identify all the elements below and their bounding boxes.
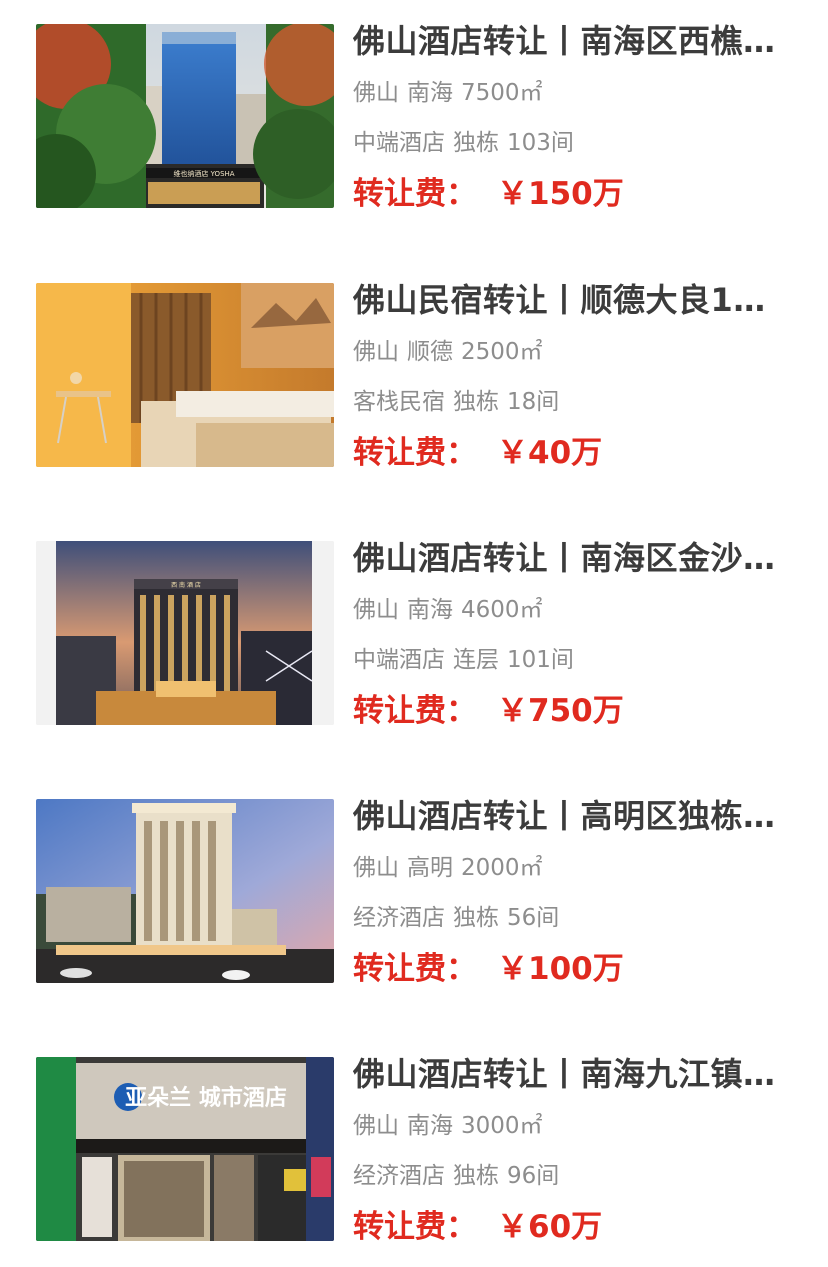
listing-card[interactable]: 佛山酒店转让丨高明区独栋… 佛山 高明 2000㎡ 经济酒店 独栋 56间 转让费： ￥1… — [0, 799, 828, 999]
listing-fee: 转让费： ￥40万 — [353, 433, 602, 473]
listing-specs: 客栈民宿 独栋 18间 — [353, 388, 798, 416]
listing-city: 佛山 — [353, 597, 399, 623]
listing-building: 独栋 — [453, 905, 499, 931]
listing-title[interactable]: 佛山酒店转让丨高明区独栋… — [353, 799, 798, 833]
listing-area: 2000㎡ — [461, 855, 543, 881]
fee-value: ￥100万 — [497, 951, 624, 987]
listing-rooms: 101间 — [507, 647, 574, 673]
listing-category: 中端酒店 — [353, 647, 445, 673]
listing-building: 独栋 — [453, 389, 499, 415]
fee-label: 转让费： — [353, 1209, 477, 1245]
hotel-sign-text: 西 南 酒 店 — [171, 581, 201, 589]
fee-label: 转让费： — [353, 176, 477, 212]
listing-card[interactable]: 维也纳酒店 YOSHA 佛山酒店转让丨南海区西樵… 佛山 南海 7500㎡ 中端酒店… — [0, 24, 828, 224]
listing-area: 7500㎡ — [461, 80, 543, 106]
listing-specs: 中端酒店 独栋 103间 — [353, 129, 798, 157]
fee-value: ￥40万 — [497, 435, 603, 471]
listing-rooms: 18间 — [507, 389, 560, 415]
listing-area: 2500㎡ — [461, 339, 543, 365]
listing-specs: 经济酒店 独栋 96间 — [353, 1162, 798, 1190]
listing-district: 顺德 — [407, 339, 453, 365]
listing-card[interactable]: 亚朵兰 城市酒店 佛山酒店转让丨南海九江镇… 佛山 南海 3000㎡ 经济酒店 独栋 9… — [0, 1057, 828, 1257]
listing-location: 佛山 顺德 2500㎡ — [353, 338, 798, 366]
fee-label: 转让费： — [353, 693, 477, 729]
listing-district: 南海 — [407, 597, 453, 623]
listing-city: 佛山 — [353, 855, 399, 881]
guesthouse-room-photo — [36, 283, 334, 467]
listing-rooms: 103间 — [507, 130, 574, 156]
listing-district: 南海 — [407, 1113, 453, 1139]
fee-value: ￥150万 — [497, 176, 624, 212]
listing-location: 佛山 高明 2000㎡ — [353, 854, 798, 882]
fee-label: 转让费： — [353, 951, 477, 987]
hotel-sign-text: 亚朵兰 城市酒店 — [125, 1085, 287, 1111]
listing-category: 经济酒店 — [353, 1163, 445, 1189]
fee-label: 转让费： — [353, 435, 477, 471]
listing-location: 佛山 南海 4600㎡ — [353, 596, 798, 624]
listing-category: 中端酒店 — [353, 130, 445, 156]
listing-photo[interactable]: 西 南 酒 店 — [36, 541, 334, 725]
listing-area: 4600㎡ — [461, 597, 543, 623]
fee-value: ￥60万 — [497, 1209, 603, 1245]
listing-specs: 经济酒店 独栋 56间 — [353, 904, 798, 932]
hotel-sign-text: 维也纳酒店 YOSHA — [173, 169, 234, 178]
listing-title[interactable]: 佛山酒店转让丨南海九江镇… — [353, 1057, 798, 1091]
listing-rooms: 56间 — [507, 905, 560, 931]
listing-photo[interactable] — [36, 283, 334, 467]
hotel-dusk-photo: 西 南 酒 店 — [36, 541, 334, 725]
listing-photo[interactable] — [36, 799, 334, 983]
listing-category: 客栈民宿 — [353, 389, 445, 415]
listing-fee: 转让费： ￥150万 — [353, 174, 624, 214]
listing-specs: 中端酒店 连层 101间 — [353, 646, 798, 674]
listing-city: 佛山 — [353, 339, 399, 365]
listing-photo[interactable]: 亚朵兰 城市酒店 — [36, 1057, 334, 1241]
listing-location: 佛山 南海 3000㎡ — [353, 1112, 798, 1140]
listing-city: 佛山 — [353, 80, 399, 106]
listing-title[interactable]: 佛山民宿转让丨顺德大良1… — [353, 283, 798, 317]
listing-title[interactable]: 佛山酒店转让丨南海区西樵… — [353, 24, 798, 58]
listing-card[interactable]: 佛山民宿转让丨顺德大良1… 佛山 顺德 2500㎡ 客栈民宿 独栋 18间 转让费： ￥4… — [0, 283, 828, 483]
listing-category: 经济酒店 — [353, 905, 445, 931]
listing-photo[interactable]: 维也纳酒店 YOSHA — [36, 24, 334, 208]
listing-district: 高明 — [407, 855, 453, 881]
listing-rooms: 96间 — [507, 1163, 560, 1189]
hotel-facade-photo: 维也纳酒店 YOSHA — [36, 24, 334, 208]
listing-title[interactable]: 佛山酒店转让丨南海区金沙… — [353, 541, 798, 575]
listing-fee: 转让费： ￥60万 — [353, 1207, 602, 1247]
hotel-tower-photo — [36, 799, 334, 983]
hotel-entrance-photo: 亚朵兰 城市酒店 — [36, 1057, 334, 1241]
listing-building: 独栋 — [453, 1163, 499, 1189]
listing-district: 南海 — [407, 80, 453, 106]
listing-fee: 转让费： ￥100万 — [353, 949, 624, 989]
listing-area: 3000㎡ — [461, 1113, 543, 1139]
listing-card[interactable]: 西 南 酒 店 佛山酒店转让丨南海区金沙… 佛山 南海 4600㎡ 中端酒店 连层 10… — [0, 541, 828, 741]
listing-building: 独栋 — [453, 130, 499, 156]
listing-location: 佛山 南海 7500㎡ — [353, 79, 798, 107]
listing-city: 佛山 — [353, 1113, 399, 1139]
fee-value: ￥750万 — [497, 693, 624, 729]
listing-fee: 转让费： ￥750万 — [353, 691, 624, 731]
listing-building: 连层 — [453, 647, 499, 673]
